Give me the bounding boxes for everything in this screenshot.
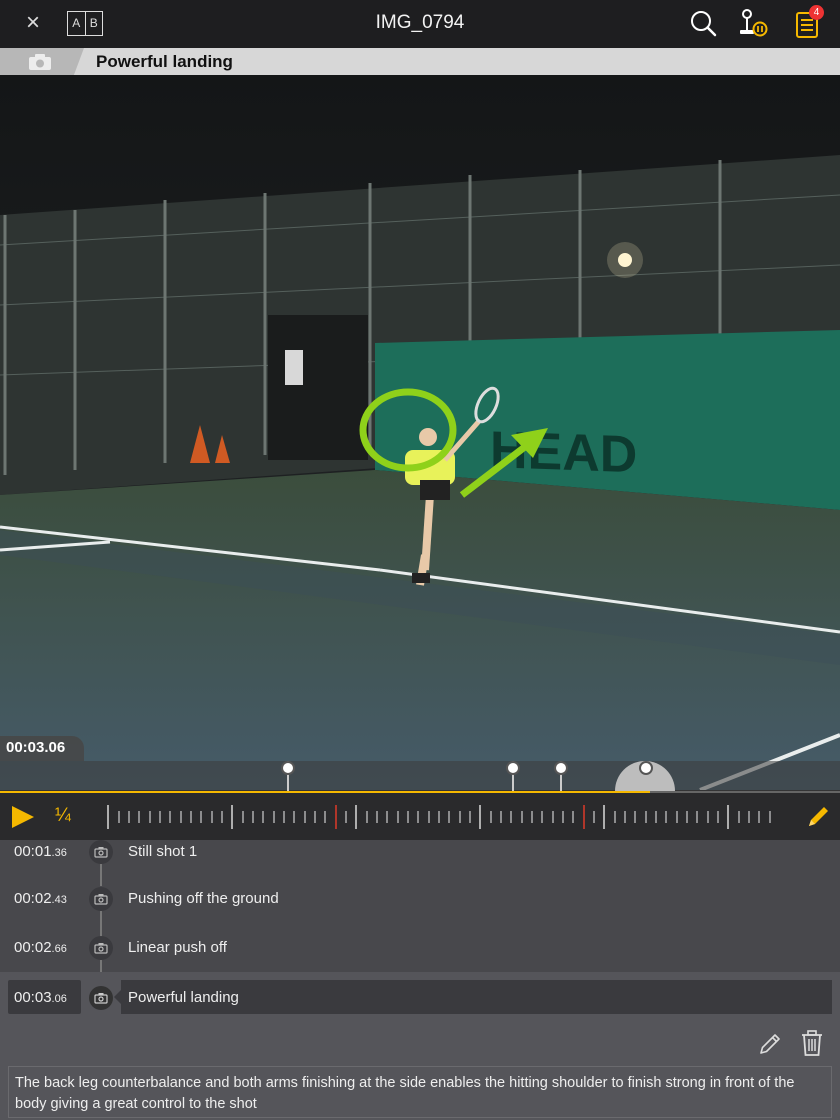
joystick-pause-icon[interactable] bbox=[737, 8, 769, 40]
note-time: 00:02.43 bbox=[14, 890, 67, 907]
camera-icon bbox=[89, 887, 113, 911]
video-player[interactable]: HEAD bbox=[0, 75, 840, 790]
note-label: Still shot 1 bbox=[128, 843, 198, 860]
snapshot-tab[interactable] bbox=[0, 48, 84, 75]
note-description[interactable]: The back leg counterbalance and both arm… bbox=[8, 1066, 832, 1118]
search-icon[interactable] bbox=[688, 8, 720, 40]
marker-track[interactable] bbox=[0, 761, 840, 794]
top-bar: × A B IMG_0794 4 bbox=[0, 0, 840, 48]
trash-icon[interactable] bbox=[799, 1029, 825, 1057]
marker-pin[interactable] bbox=[554, 761, 568, 791]
caption-bar: Powerful landing bbox=[0, 48, 840, 75]
video-frame: HEAD bbox=[0, 75, 840, 790]
marker-pin[interactable] bbox=[281, 761, 295, 791]
note-label: Pushing off the ground bbox=[128, 890, 279, 907]
note-row[interactable]: 00:02.43 Pushing off the ground bbox=[0, 881, 840, 917]
camera-icon bbox=[89, 986, 113, 1010]
note-label: Linear push off bbox=[128, 939, 227, 956]
marker-pin[interactable] bbox=[506, 761, 520, 791]
caption-text: Powerful landing bbox=[96, 52, 233, 71]
notes-panel: 00:01.36 Still shot 1 00:02.43 Pushing o… bbox=[0, 840, 840, 1120]
camera-icon bbox=[89, 840, 113, 864]
play-icon[interactable] bbox=[12, 806, 34, 828]
selected-note-time[interactable]: 00:03.06 bbox=[8, 980, 81, 1014]
marker-pin-active[interactable] bbox=[615, 761, 675, 791]
note-time: 00:01.36 bbox=[14, 843, 67, 860]
camera-icon bbox=[29, 54, 51, 70]
frame-scrubber[interactable] bbox=[104, 803, 784, 831]
playback-controls: ¼ bbox=[0, 793, 840, 840]
note-row[interactable]: 00:02.66 Linear push off bbox=[0, 930, 840, 966]
playback-speed[interactable]: ¼ bbox=[55, 805, 71, 827]
video-analysis-screen: × A B IMG_0794 4 Powerful landing HEAD 0… bbox=[0, 0, 840, 1120]
selected-note-title[interactable]: Powerful landing bbox=[114, 980, 832, 1014]
note-time: 00:02.66 bbox=[14, 939, 67, 956]
camera-icon bbox=[89, 936, 113, 960]
note-row[interactable]: 00:01.36 Still shot 1 bbox=[0, 834, 840, 870]
notes-count-badge: 4 bbox=[809, 5, 824, 20]
edit-icon[interactable] bbox=[757, 1031, 783, 1057]
pencil-icon[interactable] bbox=[804, 803, 832, 831]
current-timecode: 00:03.06 bbox=[0, 736, 84, 761]
